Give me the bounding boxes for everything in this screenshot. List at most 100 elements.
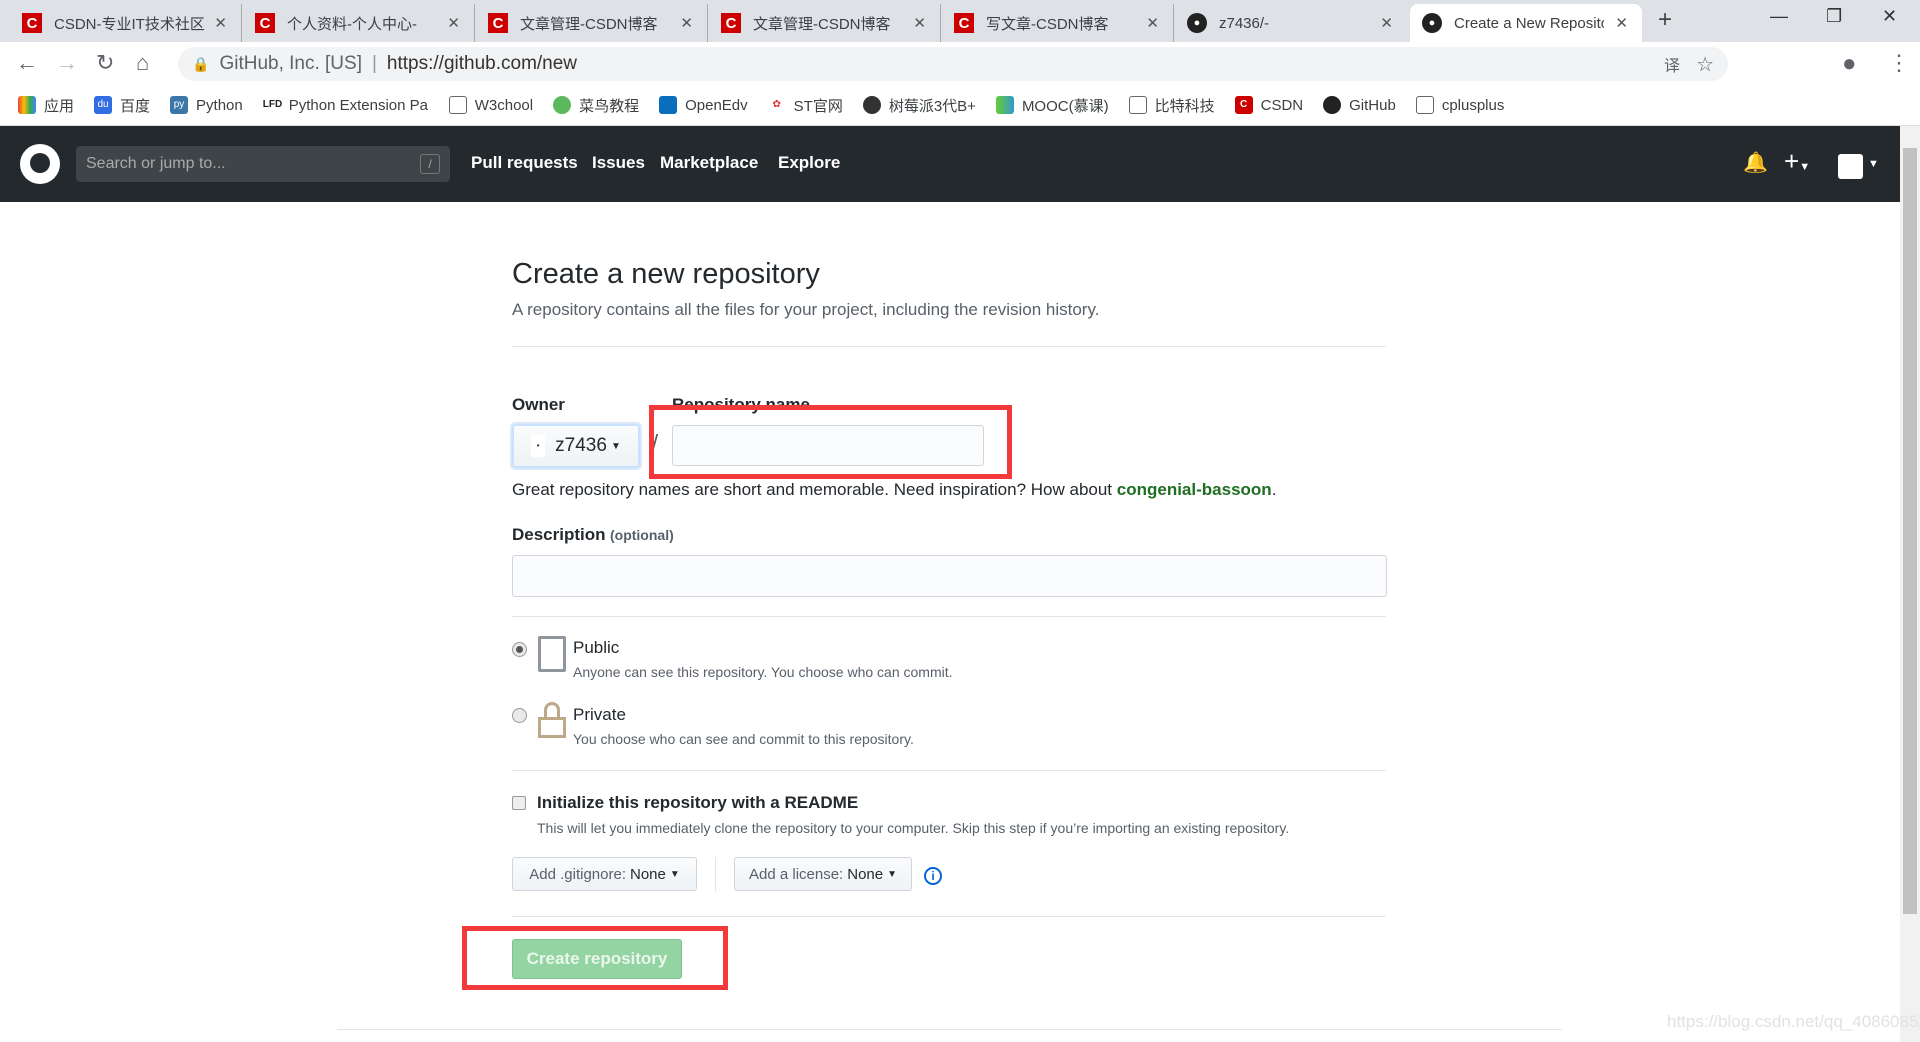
openedv-icon [659,96,678,114]
close-tab-icon[interactable]: ✕ [680,14,693,32]
lock-icon: 🔒 [192,55,210,72]
owner-avatar: • [531,435,546,457]
close-tab-icon[interactable]: ✕ [214,14,227,32]
close-tab-icon[interactable]: ✕ [1380,14,1393,32]
readme-label[interactable]: Initialize this repository with a README [537,793,858,813]
minimize-button[interactable]: — [1770,6,1788,27]
nav-issues[interactable]: Issues [592,153,645,173]
reload-icon[interactable]: ↻ [96,50,114,76]
browser-tab[interactable]: C 文章管理-CSDN博客 ✕ [476,4,708,42]
github-logo-icon[interactable] [20,144,60,184]
bookmark[interactable]: du 百度 [94,95,150,116]
bookmark[interactable]: cplusplus [1415,96,1504,114]
bookmark[interactable]: 树莓派3代B+ [862,95,976,116]
watermark: https://blog.csdn.net/qq_40860852 [1667,1012,1920,1031]
highlight-box [462,926,728,990]
csdn-icon: C [488,13,508,33]
st-icon: ✿ [772,99,781,110]
chevron-down-icon[interactable]: ▼ [1868,158,1879,170]
bookmark[interactable]: 应用 [18,95,74,116]
bookmark[interactable]: py Python [170,96,243,114]
bookmark[interactable]: ✿ ST官网 [768,95,842,116]
license-select[interactable]: Add a license: None ▼ [734,857,912,891]
baidu-icon: du [94,96,113,114]
bookmark[interactable]: W3chool [448,96,533,114]
scrollbar-thumb[interactable] [1903,148,1917,914]
plus-dropdown-icon[interactable]: +▼ [1784,146,1810,177]
browser-tab[interactable]: C 写文章-CSDN博客 ✕ [942,4,1174,42]
nav-pull-requests[interactable]: Pull requests [471,153,578,173]
lfd-icon: LFD [262,99,283,110]
bookmark[interactable]: GitHub [1323,96,1396,114]
bookmark[interactable]: OpenEdv [659,96,748,114]
page-icon [448,96,467,114]
public-label[interactable]: Public [573,638,619,658]
profile-icon[interactable]: ● [1842,50,1857,78]
close-window-button[interactable]: ✕ [1882,6,1897,27]
bookmark[interactable]: LFD Python Extension Pa [263,96,429,114]
bell-icon[interactable]: 🔔 [1743,150,1768,175]
caret-down-icon: ▼ [887,868,897,880]
github-icon [1323,96,1342,114]
gitignore-select[interactable]: Add .gitignore: None ▼ [512,857,697,891]
public-radio[interactable] [512,642,527,657]
private-radio[interactable] [512,708,527,723]
bookmark[interactable]: 菜鸟教程 [553,95,639,116]
apps-icon [18,96,36,114]
home-icon[interactable]: ⌂ [136,50,149,76]
divider [512,916,1386,917]
browser-tab-active[interactable]: ●Create a New Repository✕ [1410,4,1642,42]
bookmarks-bar: 应用 du 百度 py Python LFD Python Extension Pa … [0,85,1920,126]
divider [512,616,1386,617]
public-desc: Anyone can see this repository. You choo… [573,664,953,680]
browser-tab[interactable]: C CSDN-专业IT技术社区 ✕ [10,4,242,42]
suggestion-link[interactable]: congenial-bassoon [1117,480,1272,499]
menu-icon[interactable]: ⋮ [1888,50,1910,76]
search-input[interactable]: Search or jump to... / [76,146,450,182]
close-tab-icon[interactable]: ✕ [447,14,460,32]
forward-icon[interactable]: → [56,50,78,76]
browser-tab[interactable]: C个人资料-个人中心-CSDN✕ [243,4,475,42]
back-icon[interactable]: ← [16,50,38,76]
private-desc: You choose who can see and commit to thi… [573,731,914,747]
repo-icon [538,636,566,672]
bookmark[interactable]: MOOC(慕课) [995,95,1109,116]
divider [512,346,1386,347]
translate-icon[interactable]: 译 [1664,52,1680,76]
github-header: Search or jump to... / Pull requests Iss… [0,126,1900,202]
python-icon: py [170,96,189,114]
raspberry-icon [862,96,881,114]
browser-tab[interactable]: C 文章管理-CSDN博客 ✕ [709,4,941,42]
browser-tab-bar: CCSDN-专业IT技术社区✕ C个人资料-个人中心-CSDN✕ C文章管理-C… [0,0,1920,42]
private-label[interactable]: Private [573,705,626,725]
address-bar[interactable]: 🔒 GitHub, Inc. [US] | https://github.com… [178,47,1728,81]
footer-divider [337,1029,1562,1030]
bookmark[interactable]: 比特科技 [1128,95,1215,116]
restore-button[interactable]: ❐ [1826,6,1842,27]
info-icon[interactable]: i [924,867,942,885]
bookmark[interactable]: C CSDN [1234,96,1303,114]
divider [715,857,716,891]
star-icon[interactable]: ☆ [1696,52,1714,77]
new-tab-button[interactable]: + [1658,6,1672,34]
highlight-box [649,405,1012,479]
close-tab-icon[interactable]: ✕ [913,14,926,32]
description-input[interactable] [512,555,1387,597]
nav-explore[interactable]: Explore [778,153,840,173]
owner-label: Owner [512,395,565,414]
nav-marketplace[interactable]: Marketplace [660,153,758,173]
csdn-icon: C [255,13,275,33]
owner-select[interactable]: • z7436 ▼ [512,424,640,468]
csdn-icon: C [1234,96,1253,114]
browser-tab[interactable]: ● z7436/- ✕ [1175,4,1407,42]
runoob-icon [553,96,572,114]
close-tab-icon[interactable]: ✕ [1146,14,1159,32]
close-tab-icon[interactable]: ✕ [1615,14,1628,32]
csdn-icon: C [954,13,974,33]
page-icon [1415,96,1434,114]
page-title: Create a new repository [512,258,820,290]
mooc-icon [995,96,1014,114]
avatar[interactable] [1838,154,1863,179]
github-icon: ● [1422,13,1442,33]
readme-checkbox[interactable] [512,796,526,810]
